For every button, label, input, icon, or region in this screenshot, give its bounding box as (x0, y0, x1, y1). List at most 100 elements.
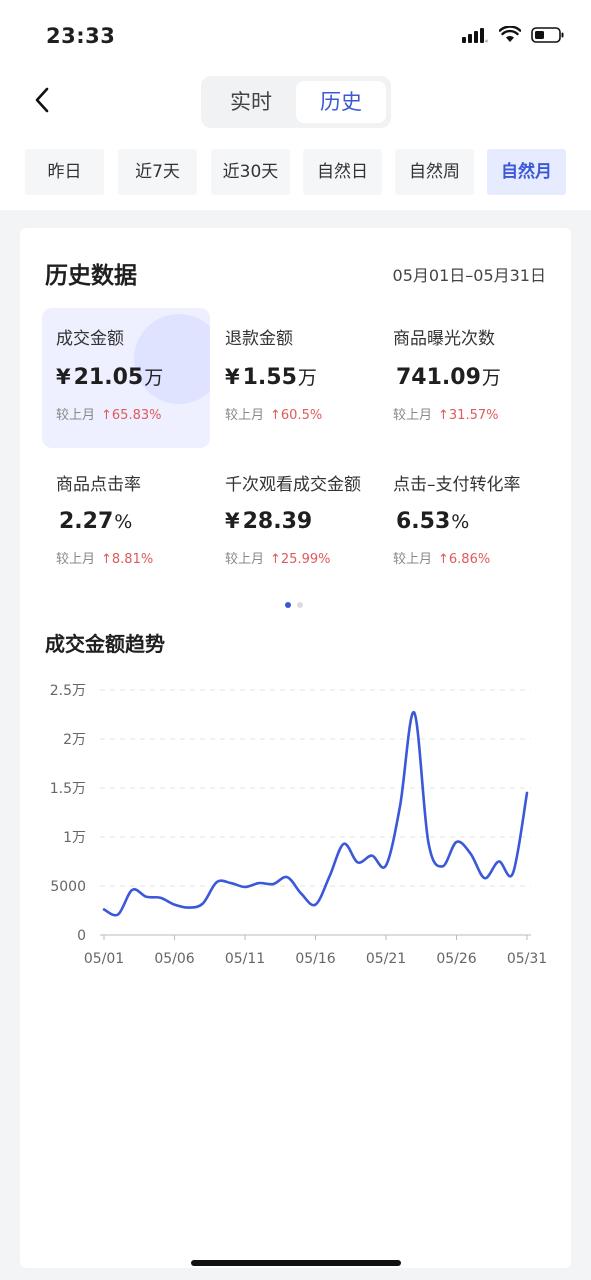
chevron-left-icon (35, 87, 49, 113)
metric-unit: % (114, 511, 133, 533)
metric-refund[interactable]: 退款金额 ¥1.55万 较上月 ↑60.5% (225, 324, 385, 423)
x-tick-label: 05/31 (507, 951, 547, 967)
change-value: ↑65.83% (101, 408, 162, 423)
data-point (469, 852, 473, 856)
page-indicator (285, 602, 303, 608)
data-point (187, 906, 191, 910)
data-point (342, 842, 346, 846)
battery-icon (531, 27, 564, 43)
date-range: 05月01日–05月31日 (392, 266, 546, 285)
wifi-icon (499, 26, 521, 42)
metric-number: 2.27 (59, 509, 114, 534)
metric-click-rate[interactable]: 商品点击率 2.27% 较上月 ↑8.81% (56, 470, 216, 567)
metric-conversion-rate[interactable]: 点击–支付转化率 6.53% 较上月 ↑6.86% (393, 470, 553, 567)
range-natural-day[interactable]: 自然日 (303, 149, 382, 195)
data-point (144, 895, 148, 899)
metric-gpm[interactable]: 千次观看成交金额 ¥28.39 较上月 ↑25.99% (225, 470, 385, 567)
range-last-7-days[interactable]: 近7天 (118, 149, 197, 195)
data-point (497, 860, 501, 864)
metric-label: 成交金额 (56, 329, 124, 349)
compare-label: 较上月 (56, 408, 96, 423)
metric-compare: 较上月 ↑8.81% (56, 548, 216, 567)
data-point (370, 854, 374, 858)
data-point (440, 864, 444, 868)
data-point (384, 863, 388, 867)
data-point (130, 888, 134, 892)
metric-value: ¥28.39 (225, 509, 385, 534)
data-point (483, 876, 487, 880)
data-point (215, 880, 219, 884)
change-value: ↑25.99% (270, 552, 331, 567)
data-point (102, 908, 106, 912)
range-natural-month[interactable]: 自然月 (487, 149, 566, 195)
currency-symbol: ¥ (225, 509, 240, 533)
x-tick-label: 05/21 (366, 951, 406, 967)
header-area: 23:33 实时 历史 昨日 近7天 近30天 自然日 自然周 自然月 (0, 0, 591, 210)
y-tick-label: 1.5万 (50, 781, 86, 797)
metric-label: 退款金额 (225, 329, 293, 349)
x-tick-label: 05/11 (225, 951, 265, 967)
metric-unit: 万 (481, 367, 501, 389)
status-icons (461, 26, 565, 44)
metric-compare: 较上月 ↑6.86% (393, 548, 553, 567)
metric-value: ¥1.55万 (225, 363, 385, 390)
data-point (525, 791, 529, 795)
data-point (229, 881, 233, 885)
data-point (285, 875, 289, 879)
change-value: ↑31.57% (438, 408, 499, 423)
data-point (412, 711, 416, 715)
metric-label: 点击–支付转化率 (393, 475, 521, 495)
metric-number: 28.39 (242, 509, 313, 534)
x-tick-label: 05/01 (84, 951, 124, 967)
status-time: 23:33 (46, 24, 116, 48)
back-button[interactable] (26, 84, 58, 116)
data-point (314, 903, 318, 907)
range-last-30-days[interactable]: 近30天 (211, 149, 290, 195)
metric-gmv[interactable]: 成交金额 ¥21.05万 较上月 ↑65.83% (56, 324, 216, 423)
change-value: ↑60.5% (270, 408, 323, 423)
metric-unit: 万 (297, 367, 317, 389)
y-tick-label: 0 (77, 928, 86, 944)
metric-compare: 较上月 ↑65.83% (56, 404, 216, 423)
compare-label: 较上月 (225, 552, 265, 567)
metric-unit: 万 (144, 367, 164, 389)
data-point (328, 874, 332, 878)
series-line (102, 711, 529, 917)
compare-label: 较上月 (56, 552, 96, 567)
change-value: ↑6.86% (438, 552, 491, 567)
y-tick-label: 2.5万 (50, 683, 86, 699)
data-point (356, 860, 360, 864)
metric-unit: % (451, 511, 470, 533)
range-natural-week[interactable]: 自然周 (395, 149, 474, 195)
tab-history[interactable]: 历史 (296, 81, 386, 123)
range-yesterday[interactable]: 昨日 (25, 149, 104, 195)
metric-compare: 较上月 ↑25.99% (225, 548, 385, 567)
data-point (398, 804, 402, 808)
metric-compare: 较上月 ↑31.57% (393, 404, 553, 423)
metric-compare: 较上月 ↑60.5% (225, 404, 385, 423)
metric-number: 21.05 (73, 365, 144, 390)
data-point (257, 881, 261, 885)
history-data-card: 历史数据 05月01日–05月31日 成交金额 ¥21.05万 较上月 ↑65.8… (20, 228, 571, 1268)
metric-label: 商品曝光次数 (393, 329, 495, 349)
data-point (426, 840, 430, 844)
y-tick-label: 1万 (63, 830, 86, 846)
mode-switch: 实时 历史 (201, 76, 391, 128)
metric-value: ¥21.05万 (56, 363, 216, 390)
currency-symbol: ¥ (56, 365, 71, 389)
y-tick-label: 5000 (50, 879, 86, 895)
change-value: ↑8.81% (101, 552, 154, 567)
metric-value: 2.27% (56, 509, 216, 534)
tab-realtime[interactable]: 实时 (206, 81, 296, 123)
metric-value: 741.09万 (393, 363, 553, 390)
gmv-trend-chart: 0 5000 1万 1.5万 2万 2.5万 05/01 05/06 05/11 05/16 05/… (50, 683, 547, 967)
data-point (201, 902, 205, 906)
metric-label: 千次观看成交金额 (225, 475, 361, 495)
trend-title: 成交金额趋势 (45, 632, 165, 656)
metric-impressions[interactable]: 商品曝光次数 741.09万 较上月 ↑31.57% (393, 324, 553, 423)
page-dot[interactable] (297, 602, 303, 608)
card-title: 历史数据 (45, 263, 137, 289)
compare-label: 较上月 (393, 408, 433, 423)
x-tick-label: 05/06 (154, 951, 194, 967)
page-dot-active[interactable] (285, 602, 291, 608)
